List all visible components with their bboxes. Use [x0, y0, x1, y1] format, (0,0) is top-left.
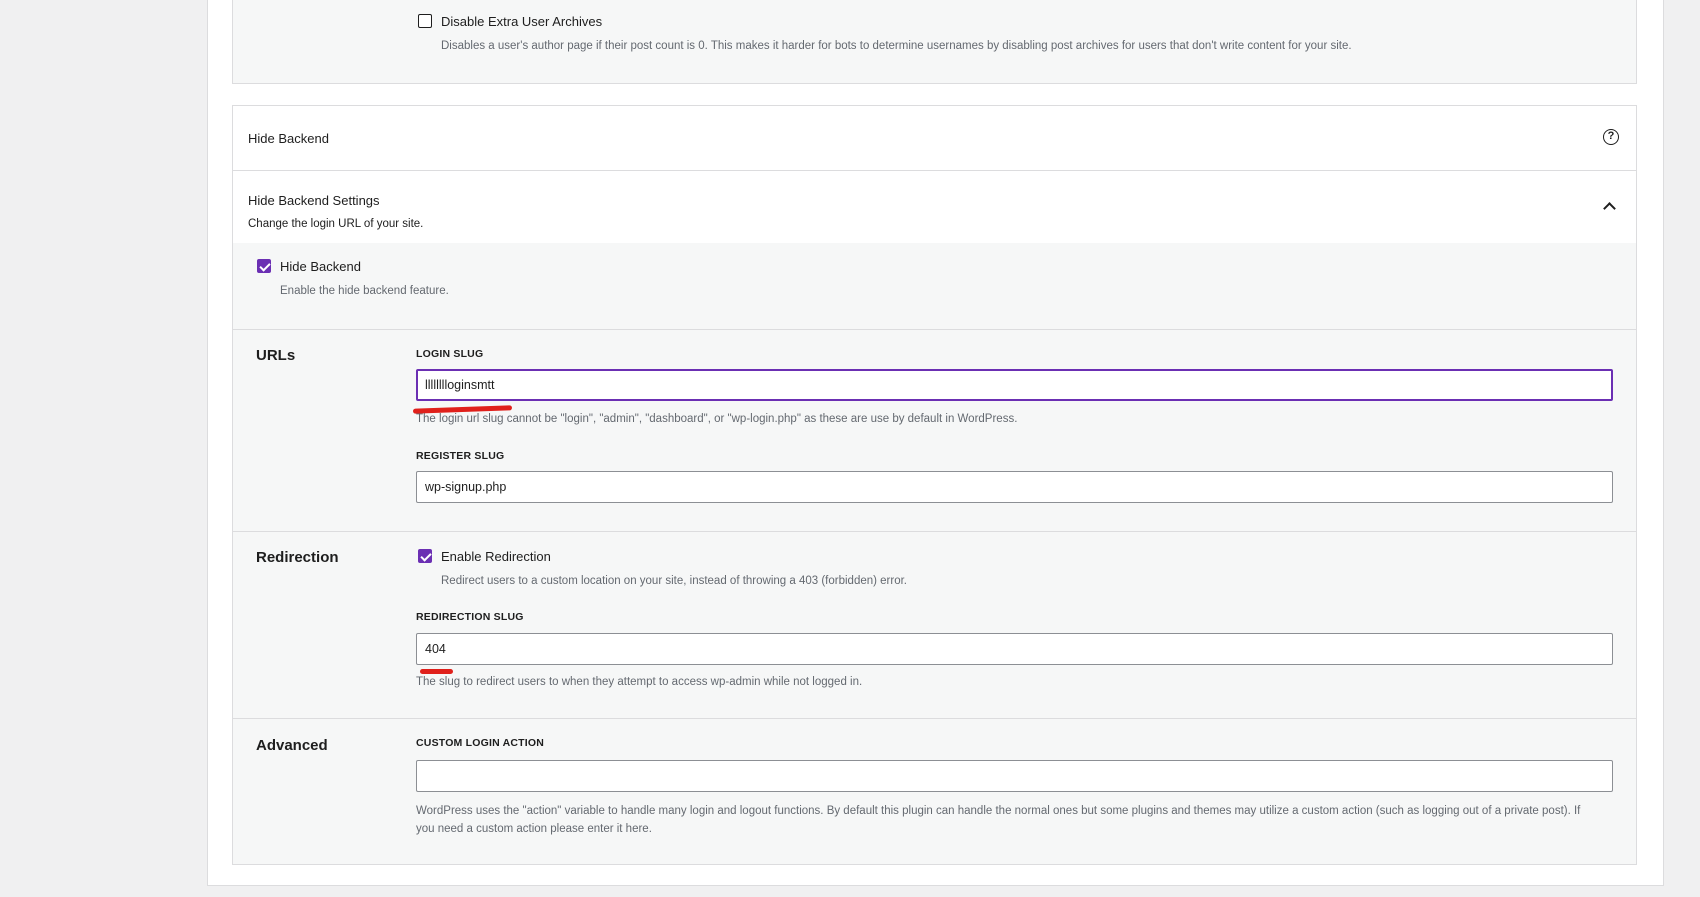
redirection-slug-input[interactable] [416, 633, 1613, 665]
hide-backend-title: Hide Backend [248, 131, 329, 146]
help-circle-icon[interactable]: ? [1603, 129, 1619, 145]
settings-section-subtitle: Change the login URL of your site. [248, 218, 424, 230]
enable-redirection-checkbox[interactable] [418, 549, 432, 563]
user-archives-card: Disable Extra User Archives Disables a u… [232, 0, 1637, 84]
enable-redirection-label: Enable Redirection [441, 549, 551, 564]
hide-backend-checkbox-label: Hide Backend [280, 259, 361, 274]
custom-login-action-input[interactable] [416, 760, 1613, 792]
annotation-underline [420, 669, 453, 674]
register-slug-label: REGISTER SLUG [416, 450, 505, 462]
hide-backend-header[interactable]: Hide Backend ? [233, 106, 1636, 170]
disable-archives-checkbox[interactable] [418, 14, 432, 28]
login-slug-input[interactable] [416, 369, 1613, 401]
enable-redirection-description: Redirect users to a custom location on y… [441, 575, 907, 587]
settings-section-header[interactable]: Hide Backend Settings Change the login U… [233, 171, 1636, 243]
hide-backend-checkbox[interactable] [257, 259, 271, 273]
redirection-slug-label: REDIRECTION SLUG [416, 611, 524, 623]
chevron-up-icon[interactable] [1603, 202, 1616, 215]
hide-backend-card: Hide Backend ? Hide Backend Settings Cha… [232, 105, 1637, 865]
advanced-heading: Advanced [256, 737, 328, 754]
disable-archives-description: Disables a user's author page if their p… [441, 40, 1352, 52]
custom-login-action-label: CUSTOM LOGIN ACTION [416, 737, 545, 749]
urls-heading: URLs [256, 347, 296, 364]
login-slug-label: LOGIN SLUG [416, 348, 484, 360]
redirection-heading: Redirection [256, 549, 339, 566]
disable-archives-label: Disable Extra User Archives [441, 14, 603, 29]
register-slug-input[interactable] [416, 471, 1613, 503]
settings-section-title: Hide Backend Settings [248, 193, 380, 208]
login-slug-help: The login url slug cannot be "login", "a… [416, 413, 1018, 425]
hide-backend-checkbox-description: Enable the hide backend feature. [280, 285, 449, 297]
redirection-slug-help: The slug to redirect users to when they … [416, 676, 863, 688]
custom-login-action-help: WordPress uses the "action" variable to … [416, 805, 1581, 835]
